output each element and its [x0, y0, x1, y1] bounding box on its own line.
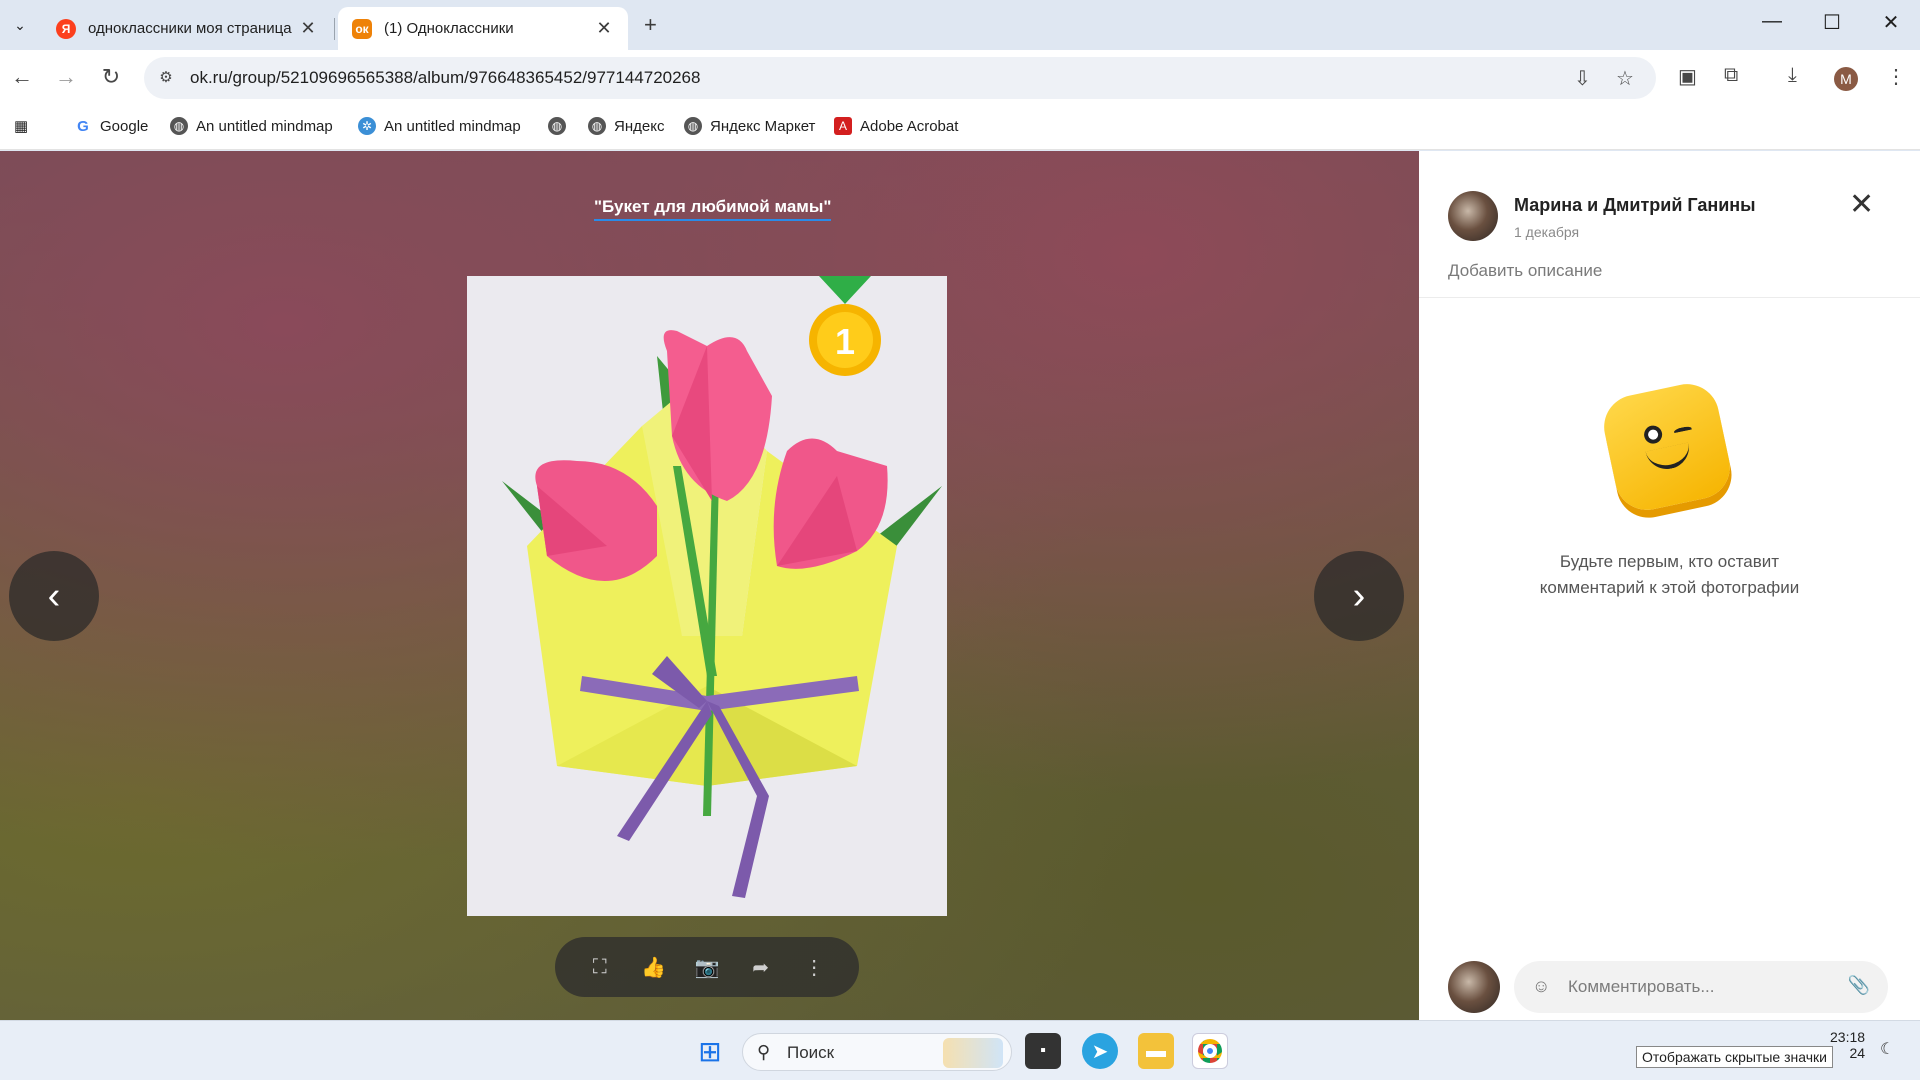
bookmarks-bar: ▦ G Google ◍ An untitled mindmap ✲ An un… [0, 106, 1920, 150]
site-info-icon[interactable]: ⚙ [154, 66, 178, 90]
download-icon[interactable]: ⤓ [1788, 64, 1797, 87]
yandex-favicon-icon: Я [56, 18, 76, 39]
share-icon[interactable]: ➦ [746, 955, 776, 980]
maximize-icon[interactable]: ☐ [1807, 10, 1857, 35]
photo[interactable]: 1 [467, 276, 947, 916]
task-view-icon[interactable]: ▪ [1025, 1033, 1061, 1069]
bookmark-untitled[interactable]: ◍ [548, 117, 574, 135]
close-tab-icon[interactable]: ✕ [298, 18, 318, 39]
attach-icon[interactable]: 📎 [1848, 975, 1870, 996]
mindmap-icon: ✲ [358, 117, 376, 135]
chrome-icon[interactable] [1192, 1033, 1228, 1069]
author-avatar[interactable] [1448, 191, 1498, 241]
author-name[interactable]: Марина и Дмитрий Ганины [1514, 195, 1756, 216]
tab-title: (1) Одноклассники [384, 20, 514, 37]
photo-viewer: "Букет для любимой мамы" 1 ‹ › ⛶ 👍 📷 ➦ ⋮ [0, 151, 1419, 1020]
photo-actions-toolbar: ⛶ 👍 📷 ➦ ⋮ [555, 937, 859, 997]
windows-taskbar: ⊞ ⚲ Поиск ▪ ➤ ▬ 23:18 24 ☾ [0, 1020, 1920, 1080]
empty-comments-message: Будьте первым, кто оставит комментарий к… [1539, 552, 1800, 597]
search-icon: ⚲ [757, 1042, 771, 1062]
divider [1419, 297, 1920, 298]
install-app-icon[interactable]: ⇩ [1574, 66, 1591, 91]
system-clock[interactable]: 23:18 24 [1830, 1029, 1865, 1061]
current-user-avatar[interactable] [1448, 961, 1500, 1013]
chevron-right-icon: › [1352, 574, 1366, 617]
emoji-picker-icon[interactable]: ☺ [1532, 976, 1550, 997]
bookmark-adobe-acrobat[interactable]: A Adobe Acrobat [834, 117, 958, 135]
taskbar-search[interactable]: ⚲ Поиск [742, 1033, 1012, 1071]
tab-strip: ⌄ Я одноклассники моя страница ✕ ок (1) … [0, 0, 1920, 50]
tab-yandex[interactable]: Я одноклассники моя страница ✕ [42, 7, 332, 50]
bouquet-photo-illustration: 1 [467, 276, 947, 916]
file-explorer-icon[interactable]: ▬ [1138, 1033, 1174, 1069]
globe-icon: ◍ [170, 117, 188, 135]
tab-search-button[interactable]: ⌄ [6, 12, 34, 38]
globe-icon: ◍ [548, 117, 566, 135]
minimize-icon[interactable]: — [1747, 10, 1797, 33]
bookmark-star-icon[interactable]: ☆ [1616, 66, 1634, 91]
add-description-link[interactable]: Добавить описание [1448, 261, 1602, 281]
bookmark-mindmap-1[interactable]: ◍ An untitled mindmap [170, 117, 333, 135]
comment-input[interactable]: ☺ Комментировать... 📎 [1514, 961, 1888, 1013]
address-bar[interactable]: ⚙ ok.ru/group/52109696565388/album/97664… [144, 57, 1656, 99]
bookmark-mindmap-2[interactable]: ✲ An untitled mindmap [358, 117, 521, 135]
bookmark-yandex[interactable]: ◍ Яндекс [588, 117, 664, 135]
new-tab-icon[interactable]: + [644, 12, 657, 38]
more-icon[interactable]: ⋮ [799, 955, 829, 980]
apps-icon[interactable]: ▦ [14, 117, 28, 135]
like-icon[interactable]: 👍 [638, 955, 668, 980]
search-highlight-icon [943, 1038, 1003, 1068]
menu-icon[interactable]: ⋮ [1886, 64, 1906, 89]
close-icon[interactable]: ✕ [1849, 187, 1874, 222]
next-photo-button[interactable]: › [1314, 551, 1404, 641]
browser-toolbar: ← → ↻ ⚙ ok.ru/group/52109696565388/album… [0, 50, 1920, 106]
ok-favicon-icon: ок [352, 18, 372, 39]
comments-sidebar: Марина и Дмитрий Ганины 1 декабря ✕ Доба… [1419, 151, 1920, 1020]
bookmark-yandex-market[interactable]: ◍ Яндекс Маркет [684, 117, 815, 135]
reload-icon[interactable]: ↻ [95, 64, 127, 90]
chevron-left-icon: ‹ [47, 574, 61, 617]
winking-face-icon [1598, 378, 1736, 516]
do-not-disturb-icon[interactable]: ☾ [1880, 1039, 1894, 1059]
extensions-icon[interactable]: ⧉ [1724, 64, 1738, 87]
window-close-icon[interactable]: ✕ [1866, 10, 1916, 35]
previous-photo-button[interactable]: ‹ [9, 551, 99, 641]
close-tab-icon[interactable]: ✕ [594, 18, 614, 39]
globe-icon: ◍ [684, 117, 702, 135]
photo-date: 1 декабря [1514, 224, 1580, 240]
tab-title: одноклассники моя страница [88, 20, 292, 37]
back-icon[interactable]: ← [6, 64, 38, 90]
camera-icon[interactable]: 📷 [692, 955, 722, 980]
globe-icon: ◍ [588, 117, 606, 135]
medal-number: 1 [835, 321, 855, 362]
url-text[interactable]: ok.ru/group/52109696565388/album/9766483… [190, 68, 700, 88]
hidden-icons-tooltip: Отображать скрытые значки [1636, 1046, 1833, 1068]
profile-avatar[interactable]: M [1834, 67, 1858, 91]
comment-placeholder[interactable]: Комментировать... [1568, 977, 1715, 997]
cast-icon[interactable]: ▣ [1678, 64, 1697, 89]
forward-icon[interactable]: → [50, 64, 82, 90]
fullscreen-icon[interactable]: ⛶ [585, 956, 615, 979]
google-icon: G [74, 117, 92, 135]
tab-odnoklassniki[interactable]: ок (1) Одноклассники ✕ [338, 7, 628, 50]
bookmark-google[interactable]: G Google [74, 117, 148, 135]
windows-start-icon[interactable]: ⊞ [692, 1033, 728, 1069]
acrobat-icon: A [834, 117, 852, 135]
telegram-icon[interactable]: ➤ [1082, 1033, 1118, 1069]
tab-separator [334, 18, 335, 40]
album-title-link[interactable]: "Букет для любимой мамы" [594, 197, 832, 221]
